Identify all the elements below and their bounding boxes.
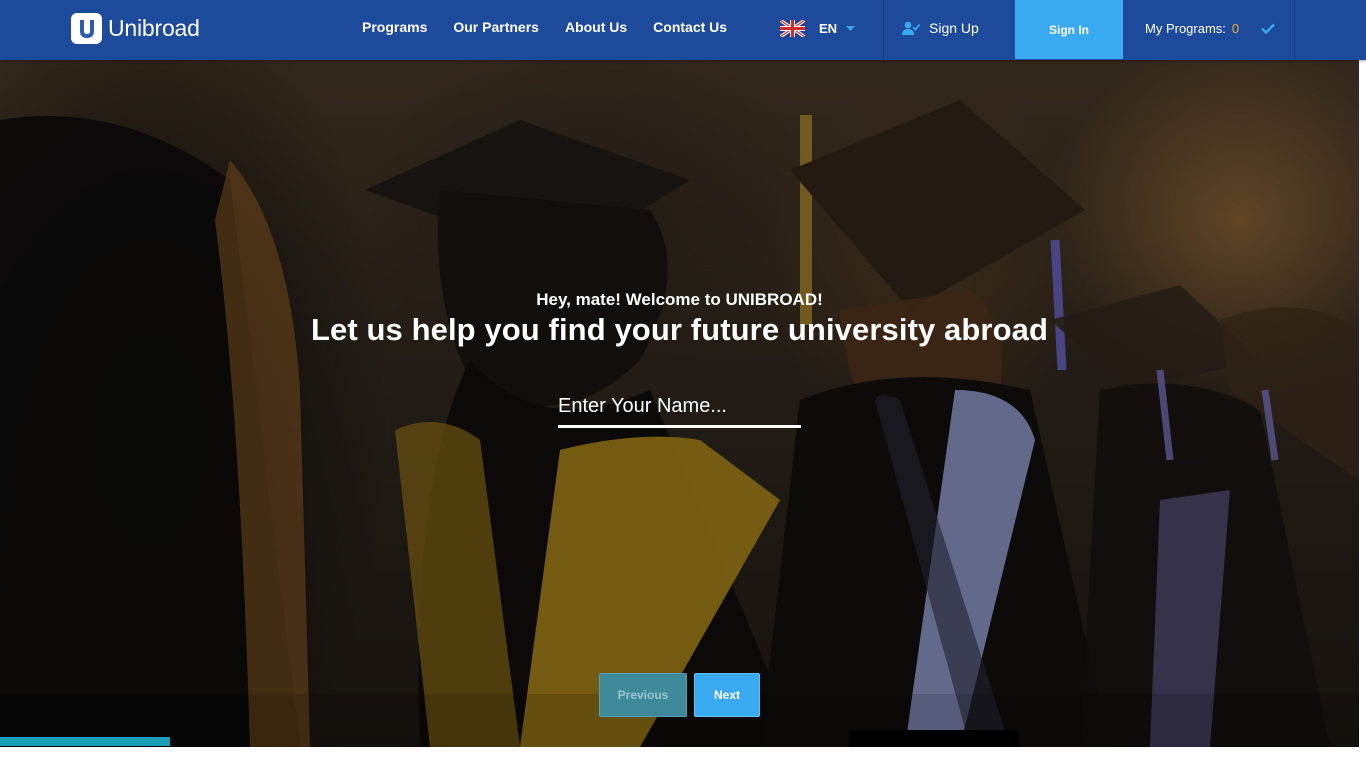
top-header: Unibroad Programs Our Partners About Us … <box>0 0 1366 60</box>
nav-contact-us[interactable]: Contact Us <box>653 19 727 36</box>
main-nav: Programs Our Partners About Us Contact U… <box>362 19 753 36</box>
my-programs-label: My Programs: <box>1145 21 1226 36</box>
black-bar <box>849 730 1019 747</box>
nav-programs[interactable]: Programs <box>362 19 427 36</box>
checkmark-icon <box>1261 23 1275 34</box>
sign-in-button[interactable]: Sign In <box>1015 0 1123 59</box>
logo[interactable]: Unibroad <box>71 13 200 44</box>
hero-section: Hey, mate! Welcome to UNIBROAD! Let us h… <box>0 60 1359 747</box>
hero-headline: Let us help you find your future univers… <box>310 312 1049 347</box>
language-code: EN <box>819 21 838 36</box>
language-selector[interactable]: EN <box>780 20 856 37</box>
scrollbar[interactable] <box>1359 60 1366 747</box>
unibroad-logo-icon <box>71 13 102 44</box>
logo-text: Unibroad <box>108 15 200 41</box>
uk-flag-icon <box>780 20 805 37</box>
hero-greeting: Hey, mate! Welcome to UNIBROAD! <box>536 290 823 309</box>
nav-about-us[interactable]: About Us <box>565 19 627 36</box>
previous-button[interactable]: Previous <box>599 673 687 717</box>
my-programs[interactable]: My Programs: 0 <box>1145 21 1275 36</box>
next-button[interactable]: Next <box>694 673 760 717</box>
sign-up-link[interactable]: Sign Up <box>902 20 979 36</box>
chevron-down-icon <box>846 25 856 31</box>
my-programs-count: 0 <box>1231 21 1240 36</box>
header-divider <box>883 0 884 60</box>
header-divider-right <box>1294 0 1295 60</box>
progress-bar <box>0 737 170 746</box>
name-input[interactable] <box>558 388 801 428</box>
nav-our-partners[interactable]: Our Partners <box>453 19 539 36</box>
sign-up-label: Sign Up <box>929 20 979 36</box>
user-check-icon <box>902 21 920 35</box>
